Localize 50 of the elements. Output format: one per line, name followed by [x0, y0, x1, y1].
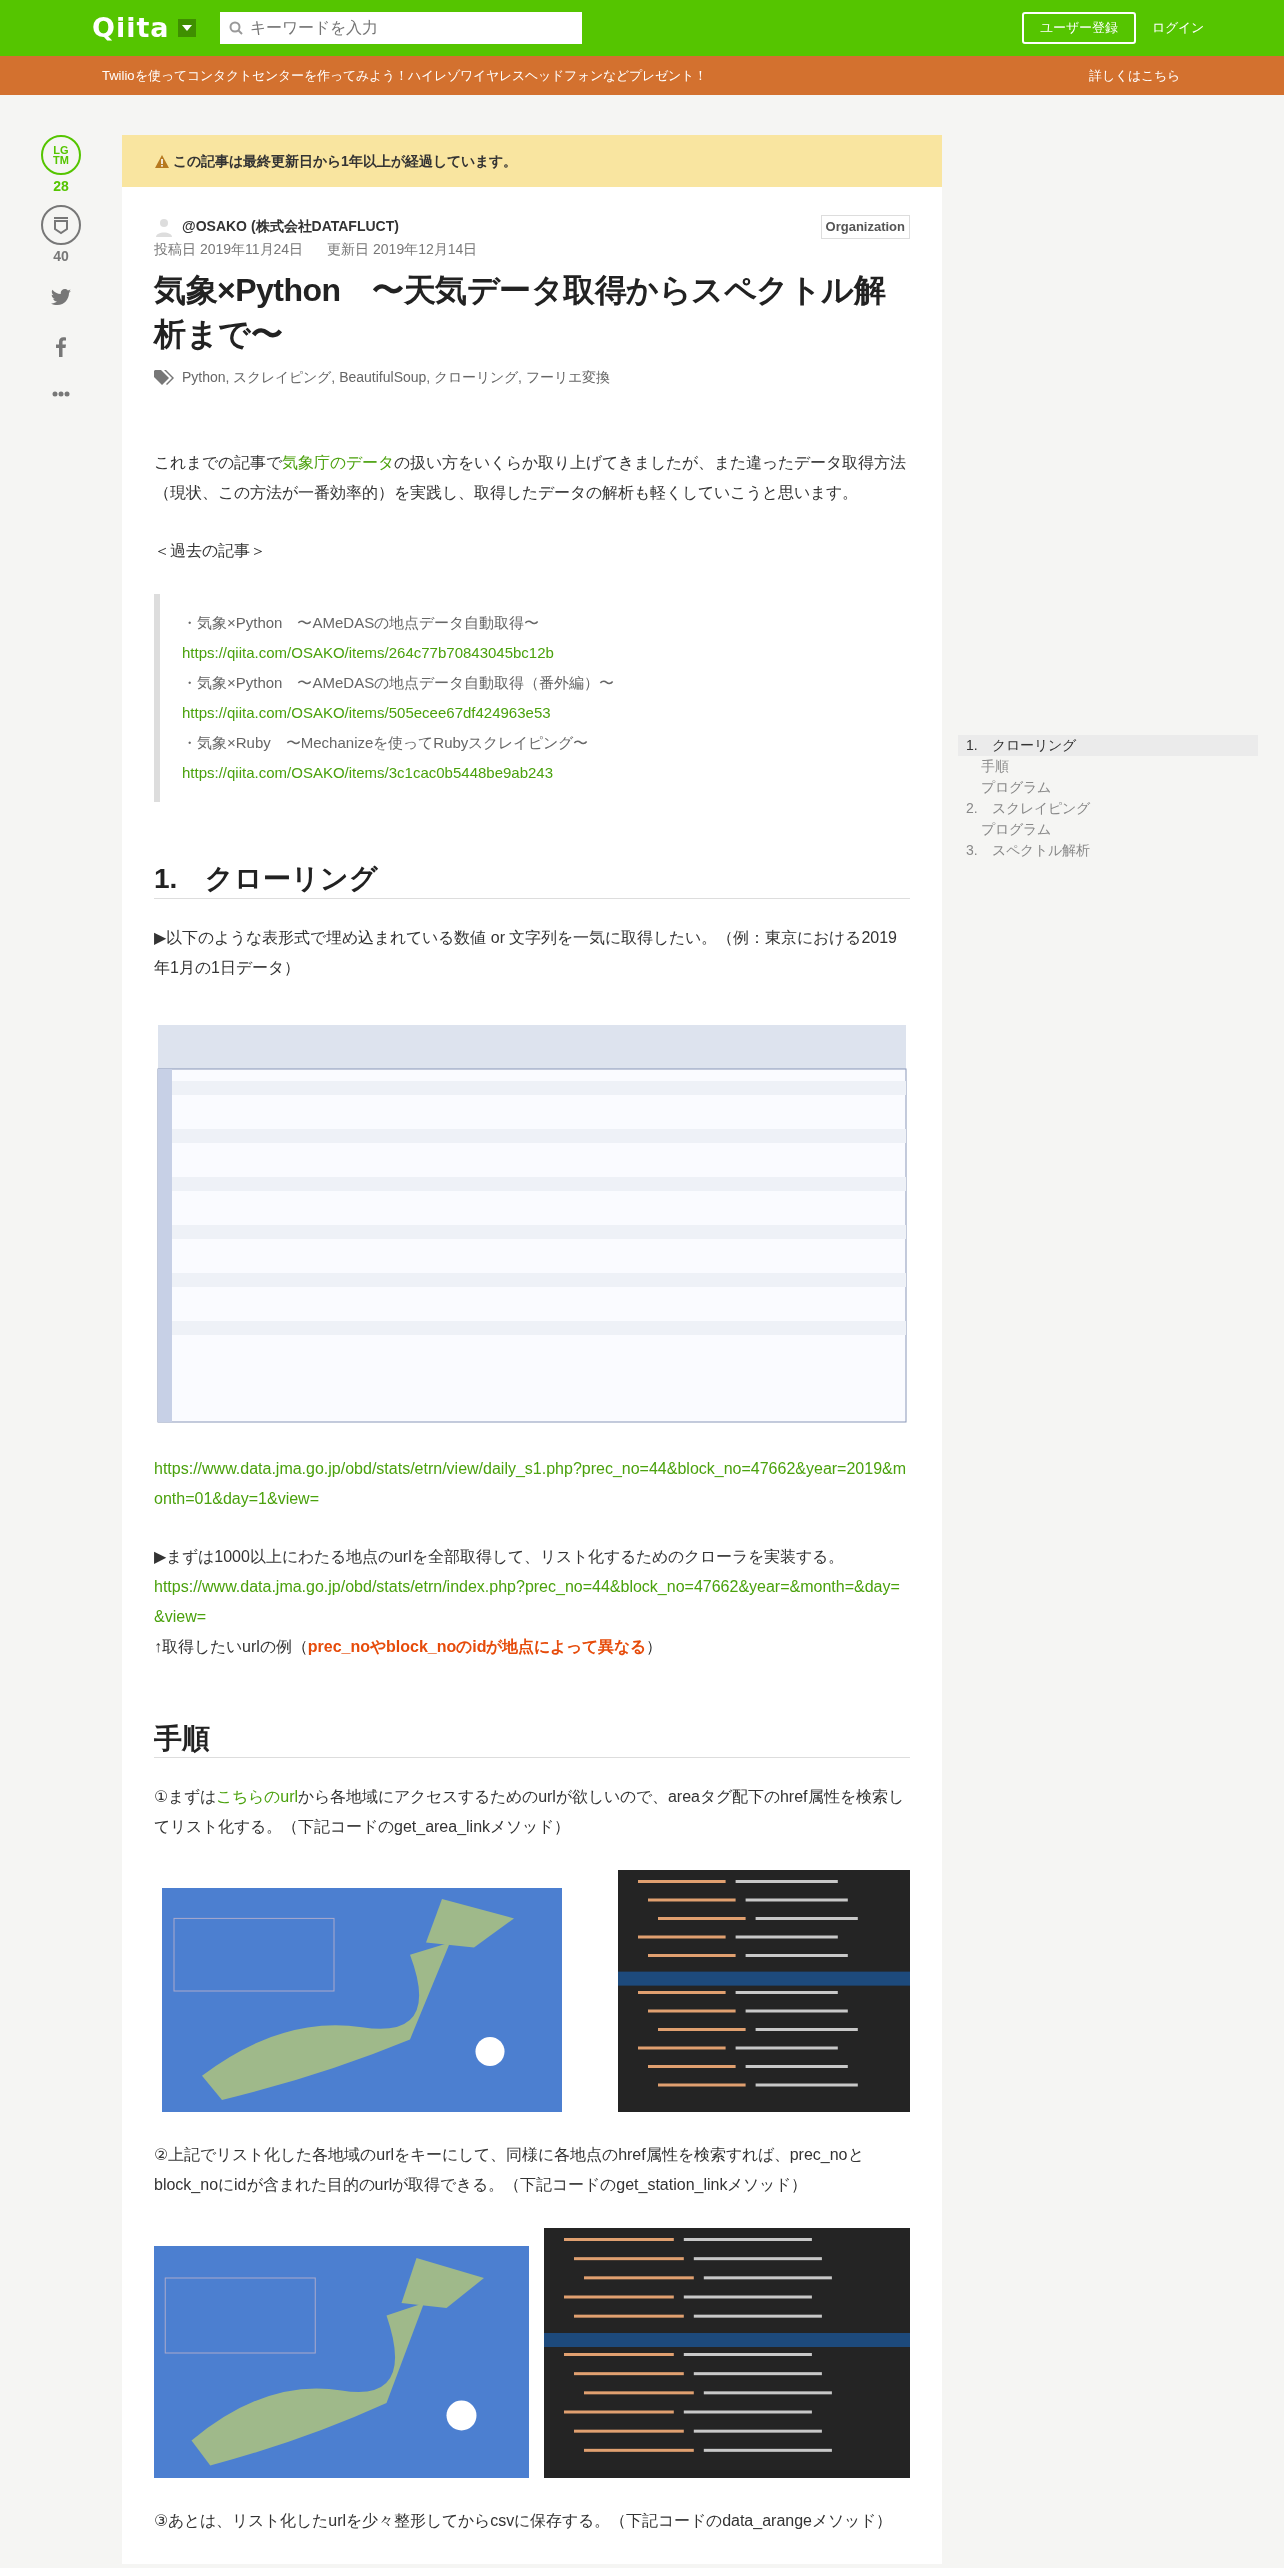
organization-badge: Organization	[820, 215, 910, 239]
stock-button[interactable]	[41, 205, 81, 245]
author-link[interactable]: @OSAKO (株式会社DATAFLUCT)	[182, 216, 399, 238]
paragraph: ③あとは、リスト化したurlを少々整形してからcsvに保存する。（下記コードのdata_arangeメソッド）	[154, 2511, 893, 2532]
tags-icon	[154, 369, 174, 386]
paragraph: ①まずはこちらのurlから各地域にアクセスするためのurlが欲しいので、areaタグ配下のhref属性を検索してリスト化する。（下記コードのget_area_linkメソッド）	[154, 1787, 905, 1838]
text-link[interactable]: こちらのurl	[216, 1788, 299, 1806]
tag-list[interactable]: Python, スクレイピング, BeautifulSoup, クローリング, フーリエ変換	[182, 367, 610, 389]
bird-icon[interactable]	[51, 289, 71, 305]
dropdown-button[interactable]	[177, 19, 196, 37]
text-link[interactable]: 気象庁のデータ	[282, 454, 394, 472]
paragraph: ▶以下のような表形式で埋め込まれている数値 or 文字列を一気に取得したい。（例：東京における2019年1月の1日データ）	[154, 927, 898, 978]
text-link[interactable]: https://www.data.jma.go.jp/obd/stats/etrn/index.php?prec_no=44&block_no=47662&year=&month=&day=&view=	[154, 1571, 910, 1632]
quote-line: ・気象×Python 〜AMeDASの地点データ自動取得（番外編）〜	[182, 673, 616, 694]
toc-item[interactable]: 1. クローリング	[958, 735, 1258, 756]
paragraph: ＜過去の記事＞	[154, 541, 267, 562]
more-icon[interactable]	[52, 391, 70, 397]
alert-text: この記事は最終更新日から1年以上が経過しています。	[173, 151, 517, 171]
section-heading: 1. クローリング	[154, 862, 910, 899]
logo[interactable]: Qiita	[92, 7, 170, 49]
quote-line: ・気象×Python 〜AMeDASの地点データ自動取得〜	[182, 613, 541, 634]
post-date: 更新日 2019年12月14日	[327, 239, 478, 259]
login-link[interactable]: ログイン	[1152, 18, 1204, 38]
article-title: 気象×Python 〜天気データ取得からスペクトル解析まで〜	[154, 270, 887, 355]
text-link[interactable]: https://www.data.jma.go.jp/obd/stats/etrn/view/daily_s1.php?prec_no=44&block_no=47662&year=2019&month=01&day=1&view=	[154, 1453, 910, 1514]
signup-button[interactable]: ユーザー登録	[1022, 12, 1136, 44]
paragraph: これまでの記事で気象庁のデータの扱い方をいくらか取り上げてきましたが、また違ったデータ取得方法（現状、この方法が一番効率的）を実践し、取得したデータの解析も軽くしていこうと思います。	[154, 453, 907, 504]
lgtm-count: 28	[53, 179, 69, 193]
warning-icon	[155, 154, 169, 168]
toc-item[interactable]: 3. スペクトル解析	[958, 840, 1258, 861]
quote-line: ・気象×Ruby 〜Mechanizeを使ってRubyスクレイピング〜	[182, 733, 590, 754]
toc-item[interactable]: プログラム	[958, 777, 1258, 798]
search-field[interactable]: キーワードを入力	[219, 12, 582, 44]
text-link[interactable]: https://qiita.com/OSAKO/items/264c77b70843045bc12b	[182, 638, 888, 669]
box-icon	[51, 215, 71, 235]
caret-icon	[181, 25, 192, 31]
toc-item[interactable]: 2. スクレイピング	[958, 798, 1258, 819]
toc-item[interactable]: プログラム	[958, 819, 1258, 840]
lgtm-button[interactable]: LG TM	[41, 135, 81, 175]
stock-count: 40	[53, 249, 69, 263]
post-date: 投稿日 2019年11月24日	[154, 239, 304, 259]
text-link[interactable]: https://qiita.com/OSAKO/items/505ecee67df424963e53	[182, 698, 888, 729]
paragraph: ▶まずは1000以上にわたる地点のurlを全部取得して、リスト化するためのクローラを実装する。 https://www.data.jma.go.jp/obd/stats/etrn/index.php?prec_no=44&block_no=47662&year=&month=&day=&view= ↑取得したいurlの例（prec_noやblock_noのidが地点によって異なる）	[154, 1541, 910, 1662]
facebook-icon[interactable]	[56, 337, 66, 357]
promo-text: Twilioを使ってコンタクトセンターを作ってみよう！ハイレゾワイヤレスヘッドフォンなどプレゼント！	[102, 66, 707, 85]
text-link[interactable]: https://qiita.com/OSAKO/items/3c1cac0b5448be9ab243	[182, 758, 888, 789]
toc-item[interactable]: 手順	[958, 756, 1258, 777]
paragraph: ②上記でリスト化した各地域のurlをキーにして、同様に各地点のhref属性を検索すれば、prec_noとblock_noにidが含まれた目的のurlが取得できる。（下記コードのget_station_linkメソッド）	[154, 2145, 865, 2196]
promo-link[interactable]: 詳しくはこちら	[1089, 65, 1180, 86]
section-heading: 手順	[154, 1721, 910, 1759]
